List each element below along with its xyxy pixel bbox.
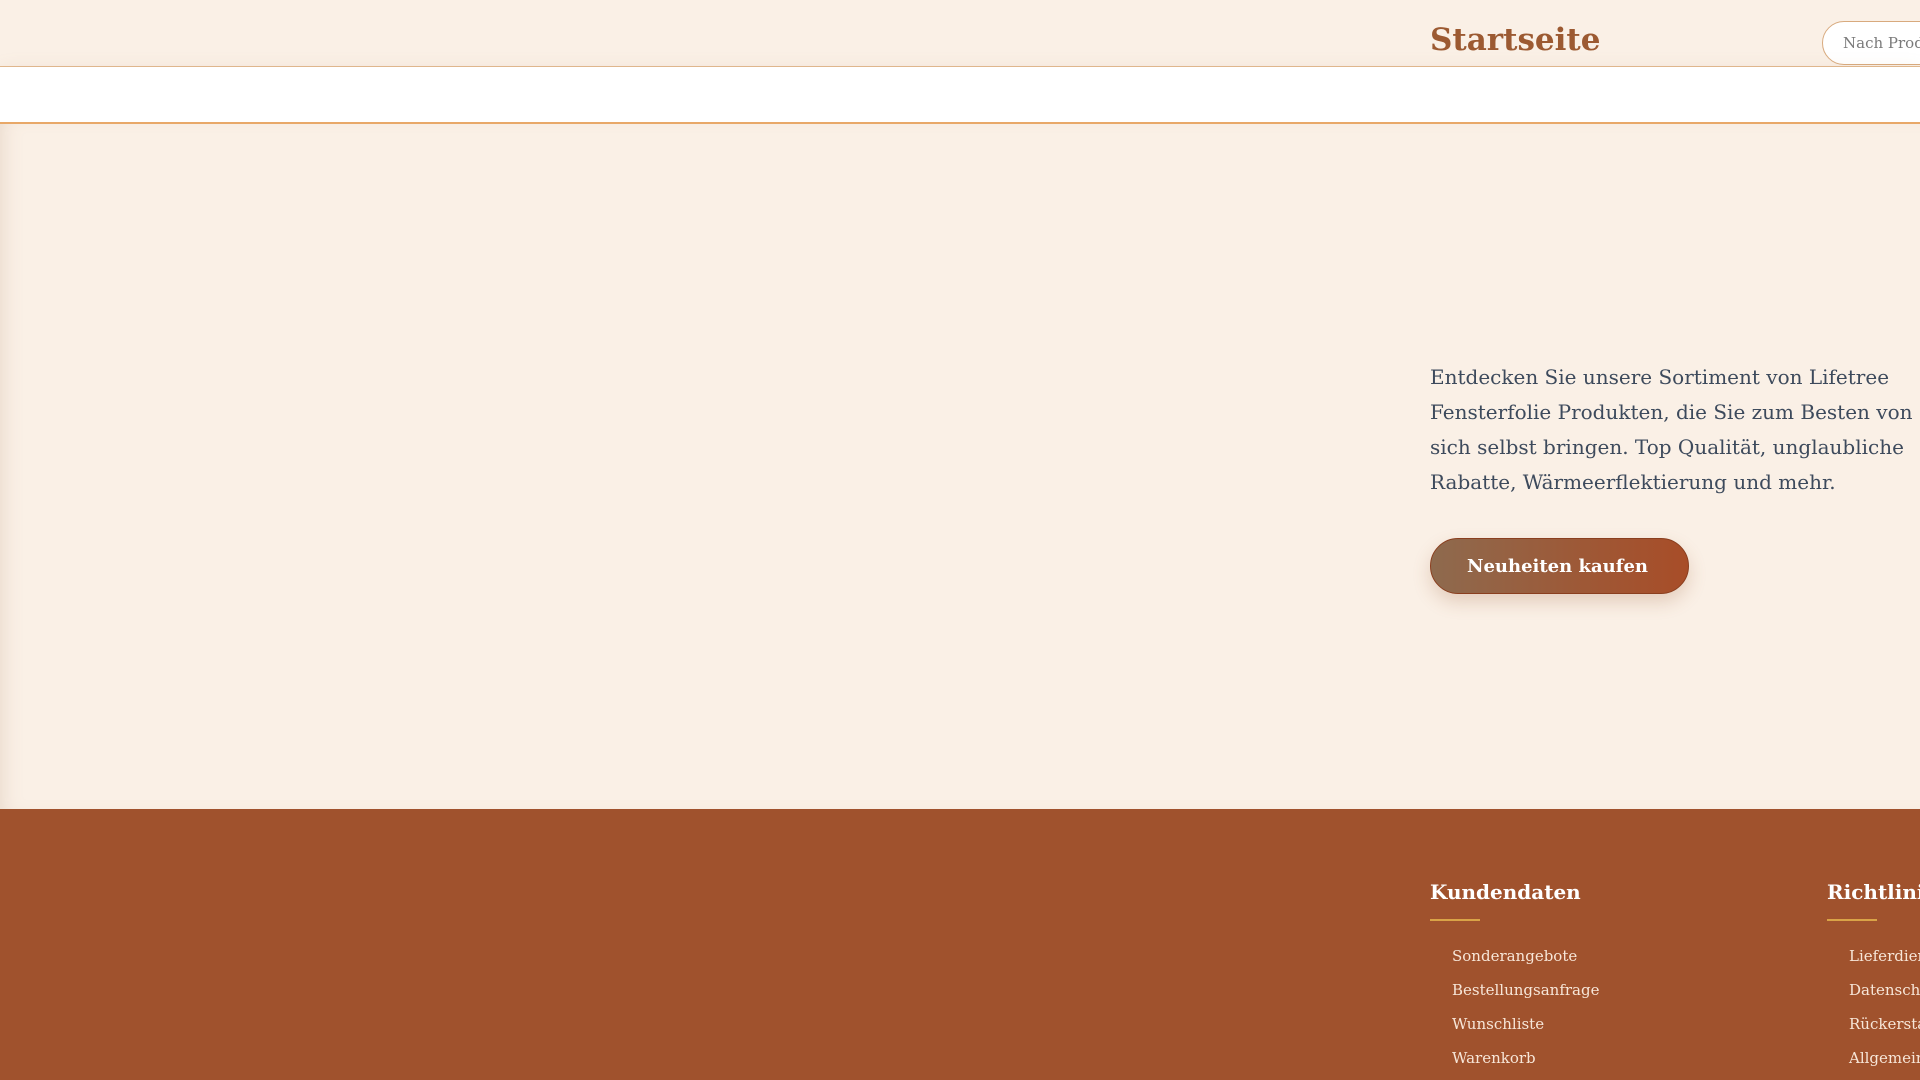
footer-heading: Kundendaten <box>1430 880 1581 904</box>
footer-heading-underline <box>1827 919 1877 921</box>
site-footer: Kundendaten Sonderangebote Bestellungsan… <box>0 809 1920 1080</box>
footer-link-list: Sonderangebote Bestellungsanfrage Wunsch… <box>1430 939 1599 1075</box>
footer-link-refund[interactable]: Rückerstattung <box>1849 1007 1920 1041</box>
footer-link-delivery[interactable]: Lieferdienst <box>1849 939 1920 973</box>
footer-link-terms[interactable]: Allgemeine Geschäftsbedingungen <box>1849 1041 1920 1075</box>
footer-heading-underline <box>1430 919 1480 921</box>
footer-link-cart[interactable]: Warenkorb <box>1452 1041 1599 1075</box>
footer-column-customer-data: Kundendaten Sonderangebote Bestellungsan… <box>1430 879 1599 1075</box>
footer-link-wishlist[interactable]: Wunschliste <box>1452 1007 1599 1041</box>
footer-link-list: Lieferdienst Datenschutz Rückerstattung … <box>1827 939 1920 1075</box>
footer-link-privacy[interactable]: Datenschutz <box>1849 973 1920 1007</box>
footer-link-order-inquiry[interactable]: Bestellungsanfrage <box>1452 973 1599 1007</box>
top-header: Startseite <box>0 0 1920 67</box>
footer-link-special-offers[interactable]: Sonderangebote <box>1452 939 1599 973</box>
site-title[interactable]: Startseite <box>1430 20 1600 60</box>
main-navigation-bar <box>0 67 1920 124</box>
footer-heading: Richtlinien <box>1827 880 1920 904</box>
shop-new-arrivals-button[interactable]: Neuheiten kaufen <box>1430 538 1689 594</box>
hero-description: Entdecken Sie unsere Sortiment von Lifet… <box>1430 365 1913 494</box>
hero-section: Entdecken Sie unsere Sortiment von Lifet… <box>0 124 1920 809</box>
footer-column-policies: Richtlinien Lieferdienst Datenschutz Rüc… <box>1827 879 1920 1075</box>
search-input[interactable] <box>1822 21 1920 65</box>
page: Startseite Entdecken Sie unsere Sortimen… <box>0 0 1920 1080</box>
